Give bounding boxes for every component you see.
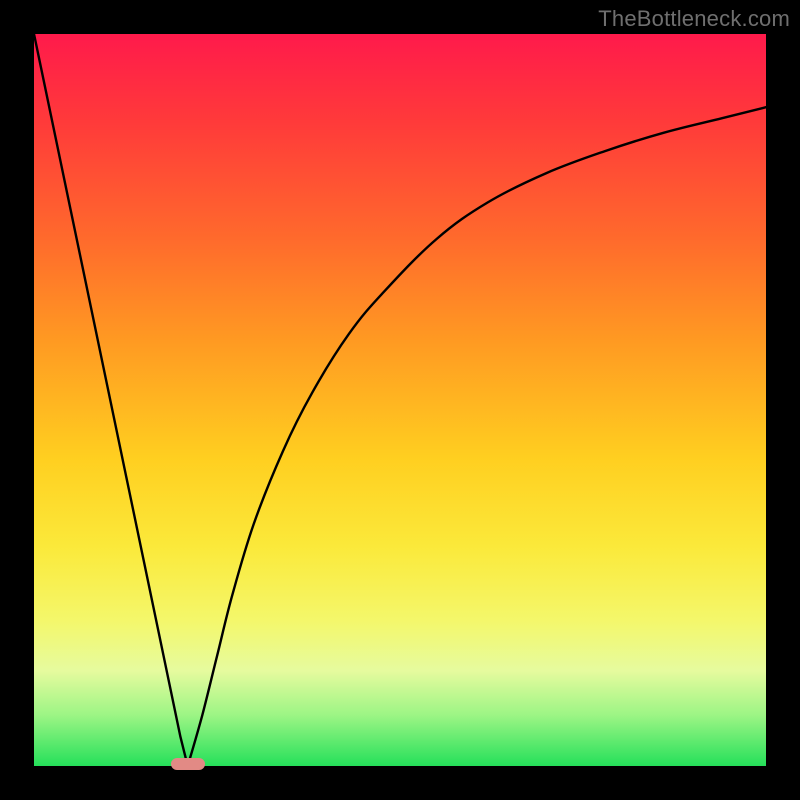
curve-right <box>188 107 766 766</box>
chart-frame: TheBottleneck.com <box>0 0 800 800</box>
curve-left <box>34 34 188 766</box>
plot-area <box>34 34 766 766</box>
optimum-marker <box>171 758 205 770</box>
curve-svg <box>34 34 766 766</box>
watermark-text: TheBottleneck.com <box>598 6 790 32</box>
